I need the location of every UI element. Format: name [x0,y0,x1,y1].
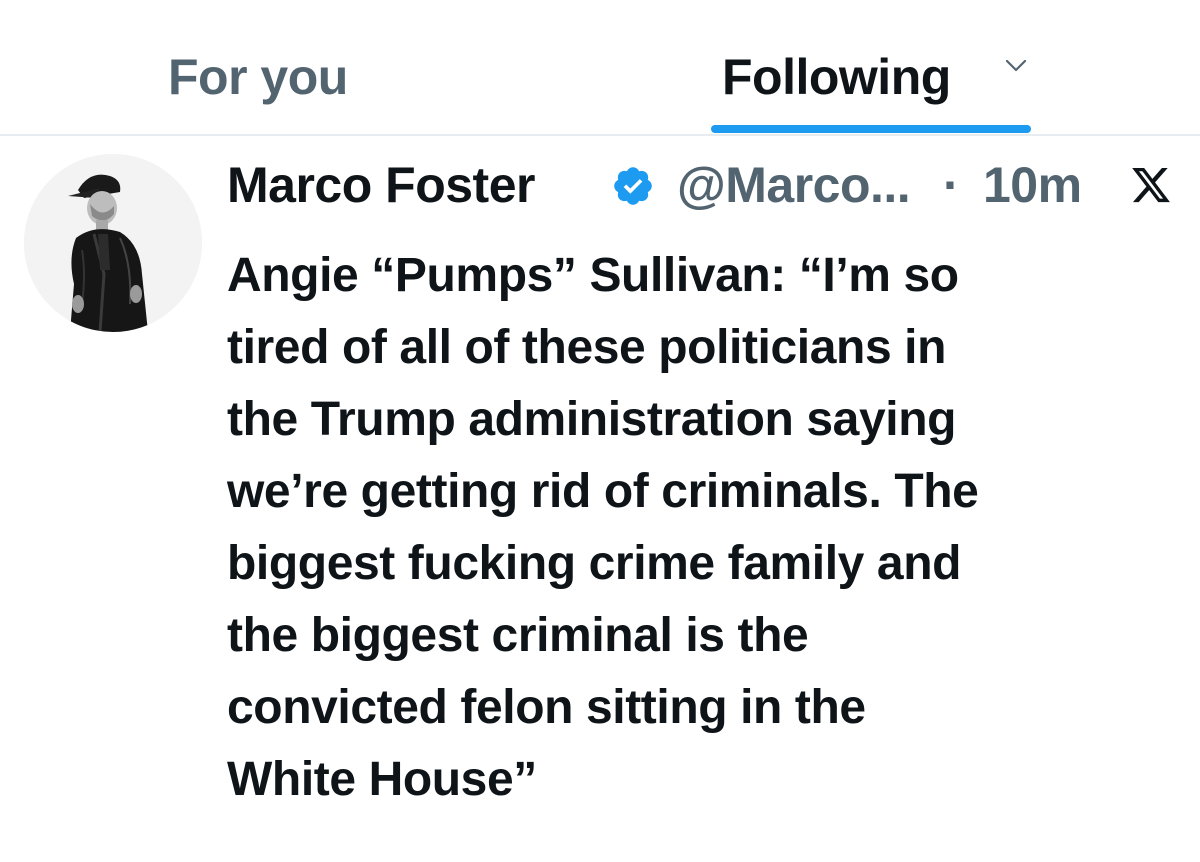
chevron-down-icon[interactable] [1004,58,1028,74]
post-text-line: we’re getting rid of criminals. The [227,465,979,518]
post-text-line: the Trump administration saying [227,393,957,446]
author-handle[interactable]: @Marco... [677,150,911,220]
post-text-line: tired of all of these politicians in [227,321,947,374]
separator-dot: · [943,157,960,213]
x-logo-icon [1132,167,1170,203]
post-text-line: biggest fucking crime family and [227,537,962,590]
author-name[interactable]: Marco Foster [227,150,535,220]
timeline-tabs: For you Following [0,0,1200,136]
post-header: Marco Foster @Marco... · 10m [227,150,1187,220]
avatar-photo [24,154,202,332]
tab-following[interactable]: Following [722,42,951,112]
verified-badge-icon[interactable] [611,164,655,208]
post-text-line: White House” [227,753,537,806]
post-timestamp[interactable]: 10m [983,150,1082,220]
active-tab-indicator [711,125,1031,133]
post-text: Angie “Pumps” Sullivan: “I’m so tired of… [227,240,1187,816]
tab-for-you[interactable]: For you [168,42,348,112]
post-text-line: the biggest criminal is the [227,609,809,662]
avatar[interactable] [24,154,202,332]
post-text-line: convicted felon sitting in the [227,681,866,734]
post-text-line: Angie “Pumps” Sullivan: “I’m so [227,249,959,302]
